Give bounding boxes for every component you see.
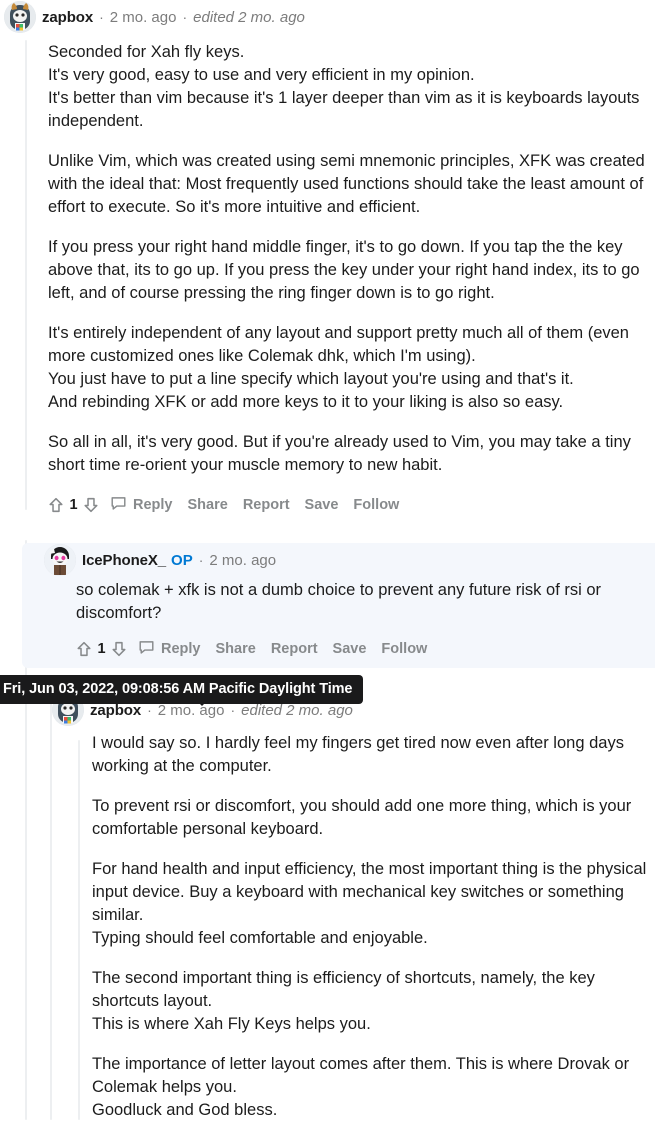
vote-score: 1 <box>69 497 78 513</box>
comment-paragraph: The second important thing is efficiency… <box>92 967 655 1036</box>
reply-label: Reply <box>161 641 201 657</box>
save-button[interactable]: Save <box>305 497 339 513</box>
comment-paragraph: To prevent rsi or discomfort, you should… <box>92 795 655 841</box>
comment-paragraph: Seconded for Xah fly keys.It's very good… <box>48 41 657 133</box>
comment-author[interactable]: zapbox <box>42 9 93 26</box>
comment-paragraph: For hand health and input efficiency, th… <box>92 858 655 950</box>
vote-score: 1 <box>97 641 106 657</box>
separator-dot: · <box>147 702 152 718</box>
downvote-arrow-icon[interactable] <box>107 637 131 661</box>
comment-paragraph: so colemak + xfk is not a dumb choice to… <box>76 579 641 625</box>
comment-action-bar: 1 Reply Share Report Save Follow <box>0 486 665 524</box>
comment-body: Seconded for Xah fly keys.It's very good… <box>0 34 665 477</box>
separator-dot: · <box>182 9 187 25</box>
comment-edited-label[interactable]: edited 2 mo. ago <box>193 9 305 26</box>
comment-timestamp[interactable]: 2 mo. ago <box>158 702 225 719</box>
downvote-arrow-icon[interactable] <box>79 493 103 517</box>
comment-zapbox-2: zapbox · 2 mo. ago · edited 2 mo. ago I … <box>46 693 665 1122</box>
reply-label: Reply <box>133 497 173 513</box>
follow-button[interactable]: Follow <box>381 641 427 657</box>
reply-button[interactable]: Reply <box>138 639 201 660</box>
reply-button[interactable]: Reply <box>110 495 173 516</box>
comment-zapbox-1: zapbox · 2 mo. ago · edited 2 mo. ago Se… <box>0 0 665 524</box>
follow-button[interactable]: Follow <box>353 497 399 513</box>
comment-author[interactable]: zapbox <box>90 702 141 719</box>
comment-body: so colemak + xfk is not a dumb choice to… <box>22 577 655 625</box>
op-badge: OP <box>171 552 193 569</box>
comment-icephonex: IcePhoneX_ OP · 2 mo. ago so colemak + x… <box>22 543 655 668</box>
upvote-arrow-icon[interactable] <box>72 637 96 661</box>
avatar-zapbox[interactable] <box>4 1 36 33</box>
comment-header: zapbox · 2 mo. ago · edited 2 mo. ago <box>0 0 665 34</box>
share-button[interactable]: Share <box>188 497 228 513</box>
report-button[interactable]: Report <box>243 497 290 513</box>
avatar-icephonex[interactable] <box>44 544 76 576</box>
comment-bubble-icon <box>138 639 155 660</box>
timestamp-tooltip: Fri, Jun 03, 2022, 09:08:56 AM Pacific D… <box>0 675 363 704</box>
comment-paragraph: So all in all, it's very good. But if yo… <box>48 431 657 477</box>
comment-paragraph: Unlike Vim, which was created using semi… <box>48 150 657 219</box>
comment-timestamp[interactable]: 2 mo. ago <box>110 9 177 26</box>
share-button[interactable]: Share <box>216 641 256 657</box>
comment-header: IcePhoneX_ OP · 2 mo. ago <box>22 543 655 577</box>
report-button[interactable]: Report <box>271 641 318 657</box>
comment-body: I would say so. I hardly feel my fingers… <box>46 727 665 1122</box>
comment-paragraph: It's entirely independent of any layout … <box>48 322 657 414</box>
comment-timestamp[interactable]: 2 mo. ago <box>209 552 276 569</box>
comment-action-bar: 1 Reply Share Report Save Follow <box>22 630 655 668</box>
comment-paragraph: I would say so. I hardly feel my fingers… <box>92 732 655 778</box>
comment-bubble-icon <box>110 495 127 516</box>
comment-edited-label[interactable]: edited 2 mo. ago <box>241 702 353 719</box>
comment-paragraph: The importance of letter layout comes af… <box>92 1053 655 1122</box>
separator-dot: · <box>199 552 204 568</box>
comment-paragraph: If you press your right hand middle fing… <box>48 236 657 305</box>
upvote-arrow-icon[interactable] <box>44 493 68 517</box>
tooltip-arrow-icon <box>196 700 208 706</box>
comment-author[interactable]: IcePhoneX_ <box>82 552 166 569</box>
save-button[interactable]: Save <box>333 641 367 657</box>
separator-dot: · <box>230 702 235 718</box>
separator-dot: · <box>99 9 104 25</box>
